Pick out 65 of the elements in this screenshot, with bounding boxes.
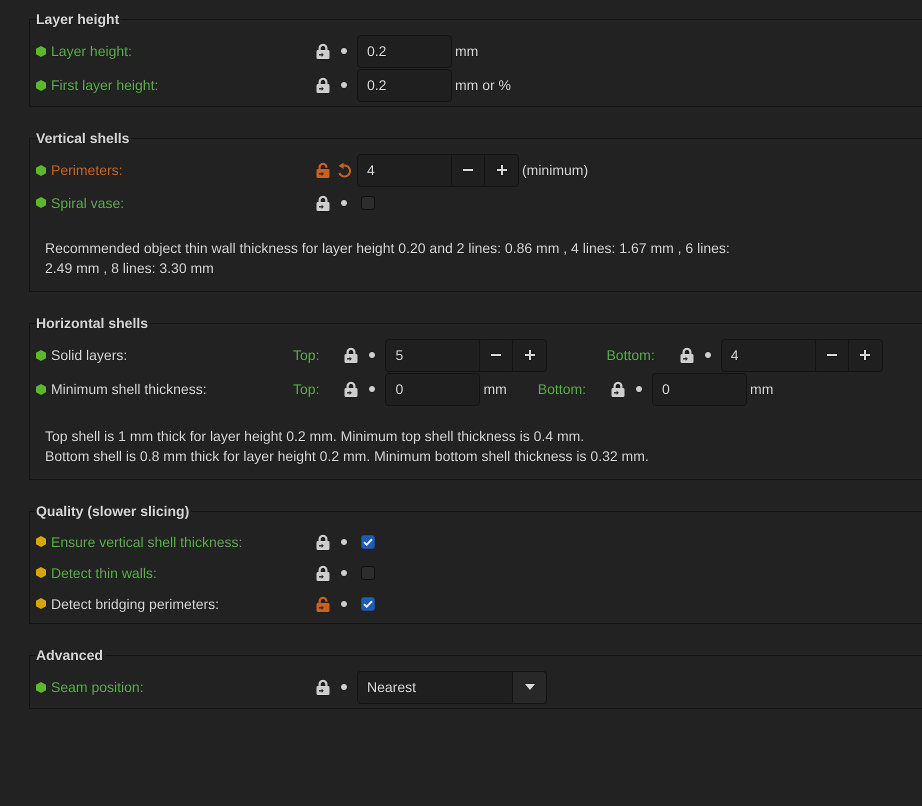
note-text: Recommended object thin wall thickness for layer height 0.20 and 2 lines: 0.86 mm , 4 lines: 1.67 mm , 6 lines: 2.49 mm , 8 lines: 3.30 mm	[45, 239, 731, 278]
unlock-icon[interactable]	[316, 596, 330, 612]
unlock-icon[interactable]	[316, 162, 330, 178]
number-field[interactable]: 0	[385, 372, 480, 406]
number-field[interactable]: 0.2	[357, 68, 452, 102]
option-label: Perimeters:	[51, 162, 123, 178]
dropdown-field[interactable]: Nearest	[357, 670, 512, 704]
option-label: Layer height:	[51, 43, 132, 59]
group-title: Quality (slower slicing)	[36, 503, 190, 520]
lock-icon[interactable]	[611, 381, 626, 397]
number-field[interactable]: 0.2	[357, 34, 452, 68]
caret-icon	[524, 684, 534, 690]
spin-field[interactable]: 4	[720, 338, 815, 372]
number-field[interactable]: 0	[652, 372, 748, 406]
option-label: Minimum shell thickness:	[51, 381, 207, 397]
checkbox[interactable]	[361, 196, 375, 210]
minus-icon	[491, 354, 502, 356]
option-label: Solid layers:	[51, 347, 128, 363]
minus-icon	[826, 354, 837, 356]
option-label: Top:	[293, 347, 320, 363]
group-title: Vertical shells	[36, 130, 130, 147]
option-label: Bottom:	[538, 381, 586, 397]
lock-icon[interactable]	[316, 43, 330, 59]
note-text: Bottom shell is 0.8 mm thick for layer height 0.2 mm. Minimum bottom shell thickness is 0.32 mm.	[45, 447, 650, 466]
lock-icon[interactable]	[316, 194, 330, 210]
dropdown-button[interactable]	[512, 670, 547, 704]
lock-icon[interactable]	[316, 679, 330, 695]
checkbox[interactable]	[361, 596, 375, 610]
group-title: Layer height	[36, 11, 120, 28]
option-label: Detect bridging perimeters:	[51, 596, 220, 612]
check-icon	[363, 538, 373, 546]
option-label: Spiral vase:	[51, 194, 124, 210]
option-label: Top:	[293, 381, 320, 397]
lock-icon[interactable]	[680, 347, 694, 363]
spin-field[interactable]: 4	[357, 154, 451, 186]
checkbox[interactable]	[361, 566, 375, 580]
unit-label: mm	[750, 381, 774, 397]
unit-label: mm or %	[455, 77, 511, 93]
lock-icon[interactable]	[344, 347, 358, 363]
lock-icon[interactable]	[316, 534, 330, 550]
increment-button[interactable]	[485, 154, 519, 186]
plus-icon	[860, 350, 870, 360]
increment-button[interactable]	[513, 338, 548, 372]
option-label: First layer height:	[51, 77, 158, 93]
lock-icon[interactable]	[316, 77, 330, 93]
unit-label: mm	[455, 43, 478, 59]
lock-icon[interactable]	[344, 381, 358, 397]
minus-icon	[463, 169, 473, 171]
undo-icon[interactable]	[336, 162, 352, 178]
option-label: Bottom:	[606, 347, 655, 363]
option-label: Detect thin walls:	[51, 564, 157, 580]
option-label: Ensure vertical shell thickness:	[51, 534, 242, 550]
lock-icon[interactable]	[316, 564, 330, 580]
checkbox[interactable]	[361, 534, 375, 548]
group-title: Horizontal shells	[36, 315, 150, 332]
check-icon	[363, 600, 373, 608]
note-text: Top shell is 1 mm thick for layer height 0.2 mm. Minimum top shell thickness is 0.4 mm.	[45, 427, 586, 446]
increment-button[interactable]	[848, 338, 883, 372]
unit-label: mm	[483, 381, 507, 397]
spin-field[interactable]: 5	[385, 338, 480, 372]
unit-label: (minimum)	[522, 162, 588, 178]
plus-icon	[496, 165, 506, 175]
group-title: Advanced	[36, 647, 104, 664]
option-label: Seam position:	[51, 679, 144, 695]
plus-icon	[524, 350, 535, 360]
